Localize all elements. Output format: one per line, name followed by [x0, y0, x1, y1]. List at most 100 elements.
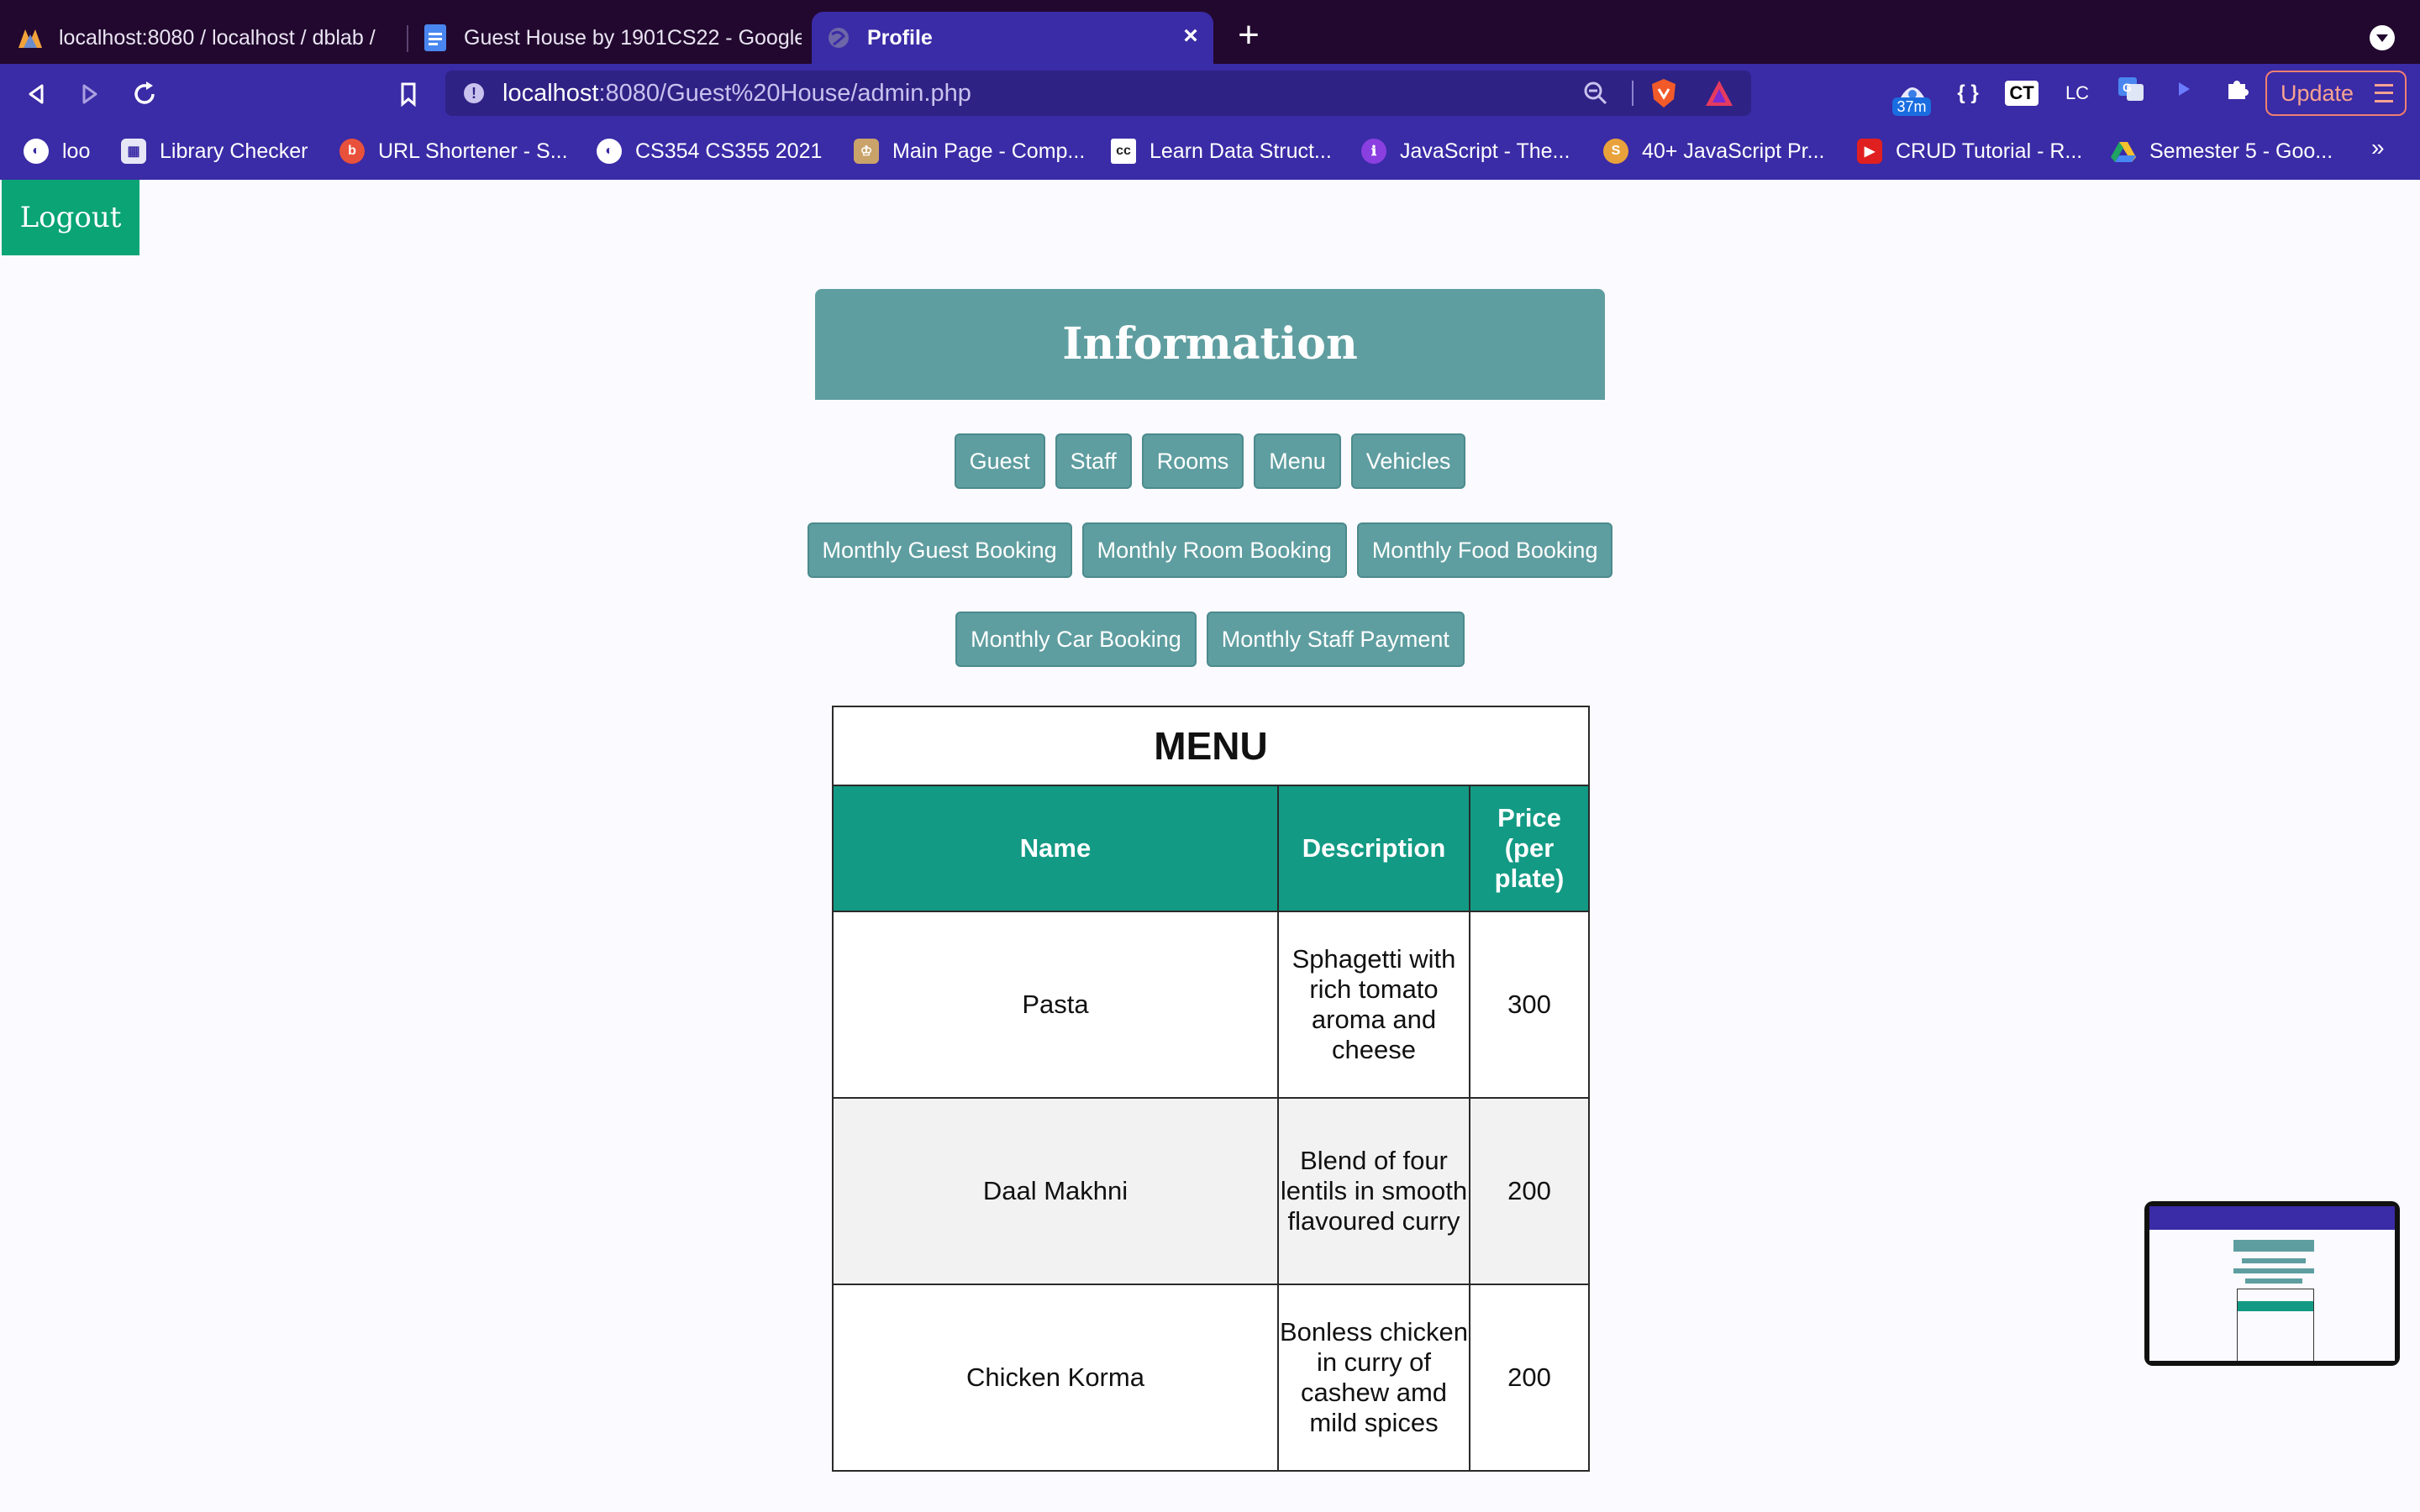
bookmark-item[interactable]: cc Learn Data Struct... [1111, 136, 1332, 166]
table-caption-row: MENU [831, 706, 1591, 786]
update-button[interactable]: Update [2265, 71, 2407, 116]
globe-icon: ◐ [597, 139, 622, 164]
table-caption: MENU [831, 706, 1591, 786]
menu-item-name: Chicken Korma [832, 1284, 1279, 1472]
bookmark-item[interactable]: ▶ CRUD Tutorial - R... [1857, 136, 2082, 166]
monthly-staff-payment-button[interactable]: Monthly Staff Payment [1206, 612, 1465, 667]
extension-leetcode-icon[interactable]: LC [2060, 76, 2094, 111]
bookmark-item[interactable]: Semester 5 - Goo... [2111, 136, 2333, 166]
preview-image [2149, 1206, 2395, 1361]
javascript-projects-icon: S [1603, 139, 1628, 164]
new-tab-button[interactable]: + [1232, 17, 1265, 54]
staff-button[interactable]: Staff [1055, 433, 1132, 489]
preview-button-row [2242, 1258, 2306, 1263]
bookmark-button[interactable] [393, 79, 424, 109]
url-path: :8080/Guest%20House/admin.php [598, 79, 971, 107]
tab-separator [407, 25, 408, 52]
column-header-price: Price (per plate) [1468, 785, 1591, 912]
bookmark-item[interactable]: ▦ Library Checker [121, 136, 308, 166]
phpmyadmin-icon [17, 24, 44, 51]
url-host: localhost [502, 79, 599, 107]
bookmark-label: loo [62, 139, 91, 163]
monthly-guest-booking-button[interactable]: Monthly Guest Booking [807, 522, 1072, 578]
bookmark-item[interactable]: b URL Shortener - S... [339, 136, 568, 166]
zoom-icon[interactable] [1583, 81, 1608, 106]
bookmark-item[interactable]: ♔ Main Page - Comp... [854, 136, 1085, 166]
menu-item-price: 200 [1468, 1284, 1591, 1472]
codecademy-icon: cc [1111, 139, 1136, 164]
screenshot-preview-thumbnail[interactable] [2144, 1201, 2400, 1366]
menu-table: MENU Name Description Price (per plate) … [831, 706, 1591, 1472]
extension-ct-icon[interactable]: CT [2005, 81, 2039, 106]
column-header-description: Description [1277, 785, 1470, 912]
page-title: Information [815, 289, 1605, 400]
menu-button[interactable]: Menu [1254, 433, 1341, 489]
monthly-food-booking-button[interactable]: Monthly Food Booking [1356, 522, 1613, 578]
tab-profile[interactable]: Profile × [812, 12, 1213, 64]
bookmark-label: URL Shortener - S... [378, 139, 568, 163]
youtube-icon: ▶ [1857, 139, 1882, 164]
site-info-icon[interactable]: ! [464, 83, 484, 103]
close-tab-icon[interactable]: × [1178, 24, 1203, 49]
library-checker-icon: ▦ [121, 139, 146, 164]
menu-icon [2375, 84, 2393, 102]
toolbar: ! localhost:8080/Guest%20House/admin.php… [0, 64, 2420, 123]
puzzle-icon[interactable] [2220, 76, 2254, 111]
vehicles-button[interactable]: Vehicles [1350, 433, 1466, 489]
extension-play-icon[interactable] [2166, 76, 2200, 111]
tab-strip: localhost:8080 / localhost / dblab / Gue… [0, 0, 2420, 64]
tab-title: Profile [867, 25, 933, 50]
extension-json-icon[interactable]: { } [1951, 76, 1985, 111]
bookmark-label: JavaScript - The... [1400, 139, 1570, 163]
bookmark-item[interactable]: S 40+ JavaScript Pr... [1603, 136, 1824, 166]
preview-button-row [2233, 1268, 2314, 1273]
globe-icon [825, 24, 852, 51]
table-row: Pasta Sphagetti with rich tomato aroma a… [832, 911, 1591, 1099]
url-shortener-icon: b [339, 139, 365, 164]
tab-google-docs[interactable]: Guest House by 1901CS22 - Google [422, 12, 802, 64]
back-icon [29, 84, 44, 104]
logout-button[interactable]: Logout [2, 180, 139, 255]
back-button[interactable] [22, 79, 52, 109]
nav-row-primary: Guest Staff Rooms Menu Vehicles [0, 433, 2420, 489]
menu-item-description: Bonless chicken in curry of cashew amd m… [1277, 1284, 1470, 1472]
monthly-room-booking-button[interactable]: Monthly Room Booking [1081, 522, 1347, 578]
nav-row-monthly: Monthly Guest Booking Monthly Room Booki… [0, 522, 2420, 578]
rooms-button[interactable]: Rooms [1141, 433, 1244, 489]
menu-item-description: Blend of four lentils in smooth flavoure… [1277, 1097, 1470, 1285]
guest-button[interactable]: Guest [954, 433, 1045, 489]
tab-search-icon[interactable] [2370, 25, 2395, 50]
bookmark-label: Learn Data Struct... [1150, 139, 1332, 163]
page-content: Logout Information Guest Staff Rooms Men… [0, 180, 2420, 1512]
monthly-car-booking-button[interactable]: Monthly Car Booking [955, 612, 1197, 667]
browser-window: localhost:8080 / localhost / dblab / Gue… [0, 0, 2420, 1512]
menu-item-description: Sphagetti with rich tomato aroma and che… [1277, 911, 1470, 1099]
google-drive-icon [2111, 139, 2136, 164]
forward-icon [82, 84, 97, 104]
bookmark-item[interactable]: ℹ JavaScript - The... [1361, 136, 1570, 166]
brave-rewards-icon[interactable] [1704, 79, 1734, 108]
wiki-icon: ♔ [854, 139, 879, 164]
brave-shields-icon[interactable] [1649, 77, 1679, 109]
globe-icon: ◐ [24, 139, 49, 164]
table-header-row: Name Description Price (per plate) [832, 785, 1591, 912]
forward-button[interactable] [74, 79, 104, 109]
bookmark-icon [401, 82, 416, 108]
update-label: Update [2281, 81, 2354, 106]
column-header-name: Name [832, 785, 1279, 912]
bookmark-label: Semester 5 - Goo... [2149, 139, 2333, 163]
bookmark-label: 40+ JavaScript Pr... [1642, 139, 1825, 163]
reload-button[interactable] [129, 79, 160, 109]
tab-phpmyadmin[interactable]: localhost:8080 / localhost / dblab / [17, 12, 399, 64]
google-translate-icon[interactable]: G [2114, 76, 2148, 111]
bookmark-item[interactable]: ◐ CS354 CS355 2021 [597, 136, 822, 166]
svg-text:G: G [2123, 81, 2132, 94]
bookmarks-bar: ◐ loo ▦ Library Checker b URL Shortener - S… [0, 123, 2420, 180]
address-bar[interactable]: ! localhost:8080/Guest%20House/admin.php [445, 71, 1751, 116]
tab-title: localhost:8080 / localhost / dblab / [59, 25, 376, 50]
menu-item-price: 300 [1468, 911, 1591, 1099]
bookmark-item[interactable]: ◐ loo [24, 136, 90, 166]
bookmarks-overflow-button[interactable]: » [2371, 134, 2385, 161]
preview-header [2233, 1240, 2314, 1252]
bookmark-label: Library Checker [160, 139, 308, 163]
